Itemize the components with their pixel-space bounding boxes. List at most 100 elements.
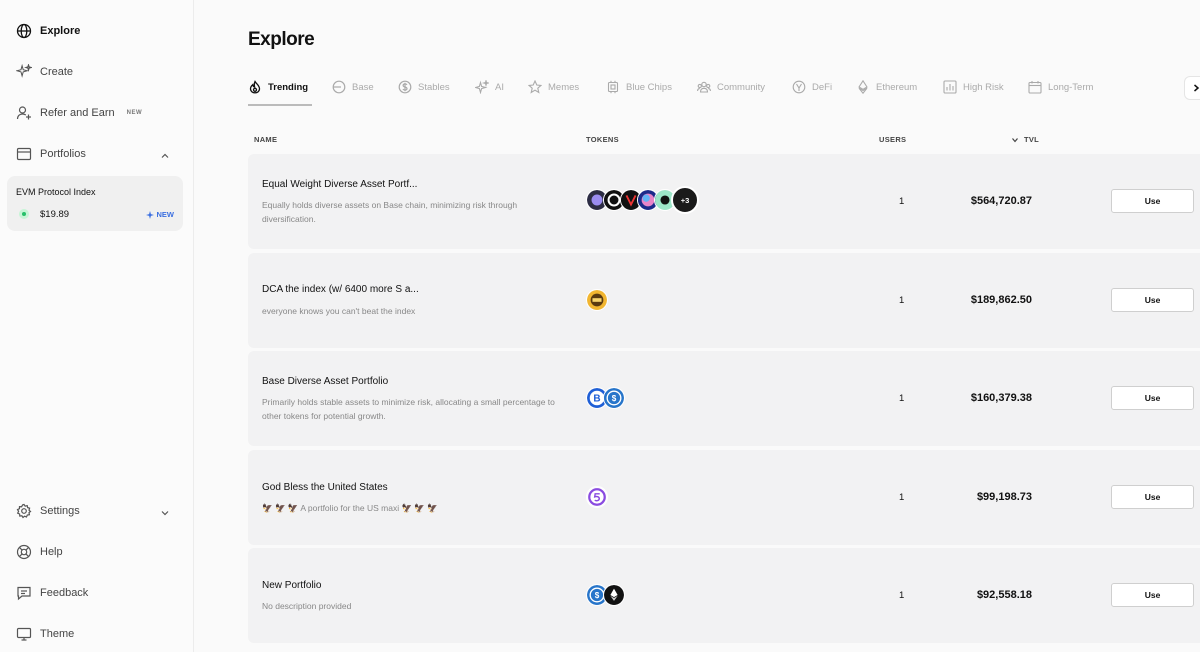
nav-help[interactable]: Help [16, 541, 176, 563]
portfolio-title: Base Diverse Asset Portfolio [262, 376, 389, 387]
users-count: 1 [899, 492, 905, 503]
status-dot-icon [19, 209, 29, 219]
table-row[interactable]: DCA the index (w/ 6400 more S a... every… [248, 253, 1200, 348]
nav-theme-label: Theme [40, 628, 75, 640]
message-icon [16, 585, 32, 601]
tvl-value: $99,198.73 [976, 491, 1032, 503]
nav-explore-label: Explore [40, 25, 81, 37]
svg-text:$: $ [612, 394, 617, 403]
tvl-value: $92,558.18 [976, 589, 1032, 601]
tab-blue-chips-label: Blue Chips [626, 82, 672, 93]
tab-community[interactable]: Community [697, 78, 765, 106]
chevron-right-icon [1194, 84, 1200, 92]
new-badge: NEW [126, 110, 143, 116]
use-button[interactable]: Use [1111, 386, 1194, 410]
svg-text:B: B [593, 394, 600, 405]
portfolio-title: God Bless the United States [262, 482, 388, 493]
sidebar: Explore Create Refer and Earn NEW Portfo… [0, 0, 194, 652]
portfolio-title: DCA the index (w/ 6400 more S a... [262, 284, 419, 295]
tab-stables[interactable]: Stables [398, 78, 450, 106]
use-button[interactable]: Use [1111, 485, 1194, 509]
category-tabs: Trending Base Stables AI Memes Blue Chip… [248, 78, 1200, 106]
tab-ethereum[interactable]: Ethereum [856, 78, 917, 106]
active-tab-indicator [248, 104, 312, 106]
users-count: 1 [899, 295, 905, 306]
chevron-up-icon[interactable] [160, 148, 170, 158]
portfolio-description: No description provided [262, 601, 352, 611]
nav-feedback-label: Feedback [40, 587, 89, 599]
sparkle-icon [145, 210, 154, 219]
users-count: 1 [899, 196, 905, 207]
nav-portfolios-label: Portfolios [40, 148, 86, 160]
tab-ai-label: AI [495, 82, 504, 93]
column-header-name[interactable]: NAME [254, 135, 277, 144]
star-icon [527, 79, 543, 94]
portfolio-title: New Portfolio [262, 580, 322, 591]
tab-base-label: Base [352, 82, 374, 93]
base-icon [332, 80, 346, 94]
portfolio-description: everyone knows you can't beat the index [262, 306, 416, 316]
column-header-tokens[interactable]: TOKENS [586, 135, 619, 144]
token-stack: $ [586, 584, 625, 608]
page-title: Explore [248, 29, 315, 50]
gear-icon [16, 503, 32, 519]
tab-memes[interactable]: Memes [527, 78, 579, 106]
sparkle-icon [473, 78, 491, 95]
main-content: Explore Trending Base Stables AI Memes B… [194, 0, 1200, 652]
nav-settings-label: Settings [40, 505, 80, 517]
nav-portfolios[interactable]: Portfolios [16, 143, 176, 165]
portfolio-card[interactable]: EVM Protocol Index $19.89 NEW [7, 176, 183, 231]
sort-descending-icon [1012, 137, 1018, 142]
use-button[interactable]: Use [1111, 288, 1194, 312]
token-icon [586, 486, 608, 508]
nav-settings[interactable]: Settings [16, 500, 176, 522]
tab-ai[interactable]: AI [473, 78, 504, 106]
tab-defi[interactable]: DeFi [792, 78, 832, 106]
nav-create[interactable]: Create [16, 61, 176, 83]
table-row[interactable]: New Portfolio No description provided $ … [248, 548, 1200, 643]
chevron-down-icon[interactable] [160, 505, 170, 516]
tab-defi-label: DeFi [812, 82, 833, 93]
column-header-users[interactable]: USERS [879, 135, 906, 144]
tab-trending[interactable]: Trending [248, 78, 308, 106]
nav-explore[interactable]: Explore [16, 20, 176, 42]
use-button[interactable]: Use [1111, 189, 1194, 213]
tab-community-label: Community [717, 82, 766, 93]
table-row[interactable]: Base Diverse Asset Portfolio Primarily h… [248, 351, 1200, 446]
nav-refer-and-earn[interactable]: Refer and Earn NEW [16, 102, 176, 124]
token-stack: +3 [586, 186, 699, 214]
defi-icon [792, 80, 806, 94]
more-tokens-count: +3 [671, 186, 699, 214]
globe-icon [16, 23, 32, 39]
tab-long-term[interactable]: Long-Term [1028, 78, 1093, 106]
tvl-value: $160,379.38 [970, 392, 1032, 404]
new-badge-label: NEW [156, 210, 175, 219]
users-icon [697, 80, 711, 94]
token-stack: B $ [586, 387, 625, 411]
tab-base[interactable]: Base [332, 78, 374, 106]
portfolio-description: 🦅 🦅 🦅 A portfolio for the US maxi 🦅 🦅 🦅 [262, 503, 438, 513]
portfolio-description: Primarily holds stable assets to minimiz… [262, 397, 555, 421]
nav-feedback[interactable]: Feedback [16, 582, 176, 604]
table-row[interactable]: God Bless the United States 🦅 🦅 🦅 A port… [248, 450, 1200, 545]
tab-blue-chips[interactable]: Blue Chips [606, 78, 672, 106]
portfolio-name: EVM Protocol Index [16, 187, 96, 197]
tab-high-risk[interactable]: High Risk [943, 78, 1004, 106]
new-badge: NEW [145, 210, 175, 219]
column-header-tvl-label: TVL [1024, 135, 1040, 144]
portfolio-value: $19.89 [40, 209, 70, 220]
tab-stables-label: Stables [418, 82, 450, 93]
person-add-icon [16, 105, 32, 121]
portfolio-description: Equally holds diverse assets on Base cha… [262, 200, 518, 224]
sparkle-icon [16, 64, 32, 80]
tabs-scroll-right-button[interactable] [1184, 76, 1200, 100]
column-header-tvl[interactable]: TVL [1011, 135, 1039, 144]
nav-refer-label: Refer and Earn [40, 107, 115, 119]
dollar-icon [398, 80, 412, 94]
table-row[interactable]: Equal Weight Diverse Asset Portf... Equa… [248, 154, 1200, 249]
monitor-icon [16, 626, 32, 642]
calendar-icon [1028, 80, 1042, 94]
use-button[interactable]: Use [1111, 583, 1194, 607]
nav-theme[interactable]: Theme [16, 623, 176, 645]
token-icon [586, 289, 608, 311]
